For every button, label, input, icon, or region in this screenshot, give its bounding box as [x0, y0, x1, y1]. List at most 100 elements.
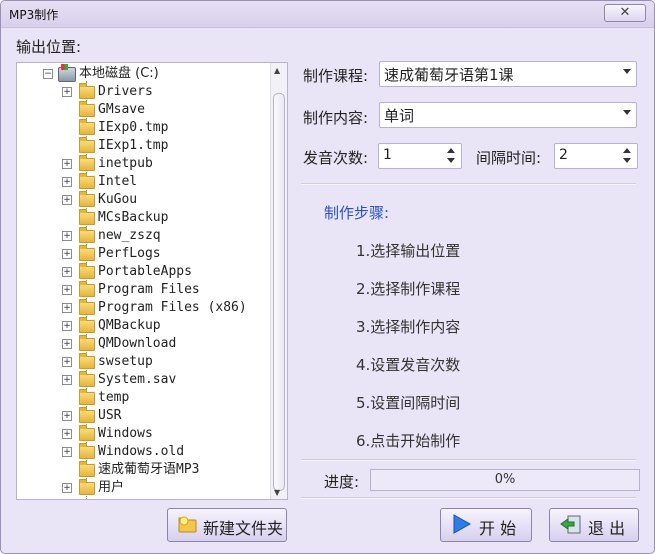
folder-icon — [79, 281, 95, 297]
scroll-up-icon[interactable]: ▲ — [274, 66, 280, 75]
progress-label: 进度: — [324, 473, 360, 491]
expand-icon[interactable]: + — [62, 87, 72, 97]
tree-item-label: Program Files — [98, 282, 200, 297]
expand-icon[interactable]: + — [62, 195, 72, 205]
expand-icon[interactable]: + — [62, 483, 72, 493]
collapse-icon[interactable]: − — [43, 69, 53, 79]
content-value: 单词 — [384, 107, 415, 125]
step-item: 1.选择输出位置 — [356, 242, 461, 260]
repeat-label: 发音次数: — [303, 149, 369, 167]
title-bar: MP3制作 ✕ — [1, 1, 654, 28]
tree-item-label: Program Files (x86) — [98, 300, 247, 315]
expand-icon[interactable]: + — [62, 411, 72, 421]
expand-icon[interactable]: + — [62, 177, 72, 187]
divider — [301, 497, 636, 499]
step-item: 6.点击开始制作 — [356, 432, 461, 450]
folder-icon — [79, 299, 95, 315]
expand-icon[interactable]: + — [62, 249, 72, 259]
step-item: 3.选择制作内容 — [356, 318, 461, 336]
folder-icon — [79, 137, 95, 153]
new-folder-label: 新建文件夹 — [203, 519, 284, 538]
step-item: 5.设置间隔时间 — [356, 394, 461, 412]
folder-icon — [79, 263, 95, 279]
expand-icon[interactable]: + — [62, 429, 72, 439]
tree-item-label: MCsBackup — [98, 210, 169, 225]
expand-icon[interactable]: + — [62, 285, 72, 295]
scroll-thumb[interactable] — [273, 93, 285, 491]
progress-text: 0% — [494, 472, 516, 487]
expand-icon[interactable]: + — [62, 159, 72, 169]
content-select[interactable]: 单词 — [379, 102, 637, 128]
expand-icon[interactable]: + — [62, 357, 72, 367]
repeat-value: 1 — [383, 147, 392, 163]
tree-item-label: GMsave — [98, 102, 145, 117]
tree-item-label: Windows — [98, 426, 153, 441]
folder-icon — [79, 227, 95, 243]
repeat-stepper[interactable]: 1 — [378, 143, 462, 169]
expand-icon[interactable]: + — [62, 321, 72, 331]
interval-stepper[interactable]: 2 — [554, 143, 638, 169]
folder-icon — [79, 461, 95, 477]
tree-item-label: swsetup — [98, 354, 153, 369]
start-button[interactable]: 开 始 — [440, 508, 532, 542]
play-icon — [453, 514, 471, 534]
decrement-icon[interactable] — [447, 158, 455, 163]
tree-item-label: 速成葡萄牙语MP3 — [98, 462, 200, 477]
tree-item-label: 本地磁盘 (C:) — [79, 66, 159, 81]
divider — [301, 183, 636, 185]
exit-button[interactable]: 退 出 — [549, 508, 639, 542]
expand-icon[interactable]: + — [62, 375, 72, 385]
folder-icon — [79, 479, 95, 495]
step-item: 2.选择制作课程 — [356, 280, 461, 298]
start-label: 开 始 — [479, 519, 517, 538]
decrement-icon[interactable] — [623, 158, 631, 163]
steps-title: 制作步骤: — [324, 204, 390, 222]
folder-icon — [79, 443, 95, 459]
tree-item-label: QMBackup — [98, 318, 161, 333]
folder-icon — [79, 353, 95, 369]
tree-item-label: System.sav — [98, 372, 177, 387]
tree-item-label: QMDownload — [98, 336, 177, 351]
chevron-down-icon[interactable] — [623, 69, 631, 74]
folder-icon — [79, 245, 95, 261]
folder-tree[interactable]: − 本地磁盘 (C:) + Drivers GMsave IExp0.tmp IExp1… — [16, 62, 288, 500]
folder-icon — [79, 425, 95, 441]
close-icon: ✕ — [619, 5, 631, 20]
exit-icon — [560, 515, 581, 534]
scroll-down-icon[interactable]: ▼ — [274, 488, 280, 497]
tree-item-label: PerfLogs — [98, 246, 161, 261]
tree-item-label: 用户 — [98, 480, 125, 495]
folder-icon — [79, 209, 95, 225]
folder-icon — [79, 83, 95, 99]
increment-icon[interactable] — [447, 148, 455, 153]
exit-label: 退 出 — [588, 519, 626, 538]
expand-icon[interactable]: + — [62, 267, 72, 277]
tree-item-label: IExp1.tmp — [98, 138, 169, 153]
course-label: 制作课程: — [303, 67, 369, 85]
close-button[interactable]: ✕ — [604, 4, 646, 22]
tree-item-label: Windows.old — [98, 444, 185, 459]
tree-item-label: IExp0.tmp — [98, 120, 169, 135]
folder-icon — [79, 317, 95, 333]
new-folder-icon — [178, 516, 197, 533]
divider — [301, 459, 636, 461]
expand-icon[interactable]: + — [62, 231, 72, 241]
folder-icon — [79, 389, 95, 405]
folder-icon — [79, 407, 95, 423]
mp3-maker-window: MP3制作 ✕ 输出位置: − 本地磁盘 (C:) + Drivers GMsave… — [0, 0, 655, 554]
tree-item-label: Drivers — [98, 84, 153, 99]
new-folder-button[interactable]: 新建文件夹 — [167, 508, 287, 542]
step-item: 4.设置发音次数 — [356, 356, 461, 374]
window-title: MP3制作 — [9, 8, 59, 22]
chevron-down-icon[interactable] — [623, 110, 631, 115]
expand-icon[interactable]: + — [62, 339, 72, 349]
tree-item-label: Intel — [98, 174, 138, 189]
folder-icon — [79, 101, 95, 117]
tree-scrollbar[interactable]: ▲ ▼ — [270, 63, 287, 499]
expand-icon[interactable]: + — [62, 447, 72, 457]
course-select[interactable]: 速成葡萄牙语第1课 — [379, 61, 637, 87]
tree-item-label: new_zszq — [98, 228, 161, 243]
increment-icon[interactable] — [623, 148, 631, 153]
expand-icon[interactable]: + — [62, 303, 72, 313]
folder-icon — [79, 335, 95, 351]
